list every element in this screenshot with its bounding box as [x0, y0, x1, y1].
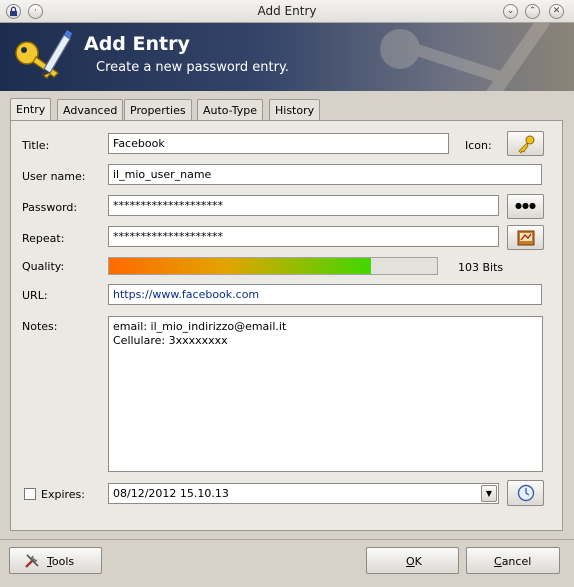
repeat-label: Repeat: [22, 232, 65, 245]
password-input[interactable]: ******************** [108, 195, 499, 216]
banner-watermark-icon [380, 23, 551, 91]
tab-auto-type[interactable]: Auto-Type [197, 99, 263, 121]
maximize-icon[interactable]: ⌃ [525, 4, 540, 19]
banner-title: Add Entry [84, 33, 190, 55]
repeat-password-input[interactable]: ******************** [108, 226, 499, 247]
tools-button[interactable]: Tools [9, 547, 102, 574]
url-label: URL: [22, 289, 48, 302]
notes-line: email: il_mio_indirizzo@email.it [113, 320, 287, 333]
notes-label: Notes: [22, 320, 58, 333]
quality-bar [108, 257, 438, 275]
quality-label: Quality: [22, 260, 65, 273]
window-title: Add Entry [257, 4, 317, 18]
footer-separator [0, 539, 574, 540]
expiry-presets-button[interactable] [507, 480, 544, 506]
icon-label: Icon: [465, 139, 492, 152]
tab-advanced[interactable]: Advanced [57, 99, 124, 121]
tools-button-label: Tools [47, 555, 75, 568]
expires-date-select[interactable]: 08/12/2012 15.10.13 ▼ [108, 483, 499, 504]
quality-bits: 103 Bits [458, 261, 504, 274]
ok-button-label: OK [406, 555, 422, 568]
url-input[interactable]: https://www.facebook.com [108, 284, 542, 305]
window-titlebar[interactable]: · Add Entry ⌄ ⌃ ✕ [0, 0, 574, 23]
tools-icon [25, 554, 39, 568]
expires-date-value: 08/12/2012 15.10.13 [113, 487, 229, 500]
icon-picker-button[interactable] [507, 131, 544, 156]
username-input[interactable]: il_mio_user_name [108, 164, 542, 185]
cancel-button[interactable]: Cancel [466, 547, 560, 574]
tab-entry[interactable]: Entry [10, 98, 52, 122]
notes-textarea[interactable]: email: il_mio_indirizzo@email.it Cellula… [108, 316, 543, 472]
clock-icon [517, 484, 534, 502]
expires-checkbox[interactable] [24, 488, 36, 500]
title-input[interactable]: Facebook [108, 133, 449, 154]
show-password-button[interactable]: ●●● [507, 194, 544, 219]
key-icon [517, 135, 534, 154]
close-icon[interactable]: ✕ [549, 4, 564, 19]
header-banner: Add Entry Create a new password entry. [0, 23, 574, 91]
cancel-button-label: Cancel [494, 555, 532, 568]
tab-history[interactable]: History [269, 99, 321, 121]
chevron-down-icon[interactable]: ⌄ [503, 4, 518, 19]
notes-line: Cellulare: 3xxxxxxxx [113, 334, 228, 347]
quality-bar-fill [109, 258, 371, 274]
key-pencil-icon [15, 30, 72, 79]
expires-label: Expires: [41, 488, 85, 501]
ok-button[interactable]: OK [366, 547, 459, 574]
password-generator-icon [517, 230, 534, 246]
chevron-down-icon[interactable]: ▼ [481, 485, 497, 502]
username-label: User name: [22, 170, 86, 183]
password-label: Password: [22, 201, 78, 214]
banner-subtitle: Create a new password entry. [96, 60, 289, 75]
title-label: Title: [22, 139, 50, 152]
tab-properties[interactable]: Properties [124, 99, 192, 121]
generate-password-button[interactable] [507, 225, 544, 250]
